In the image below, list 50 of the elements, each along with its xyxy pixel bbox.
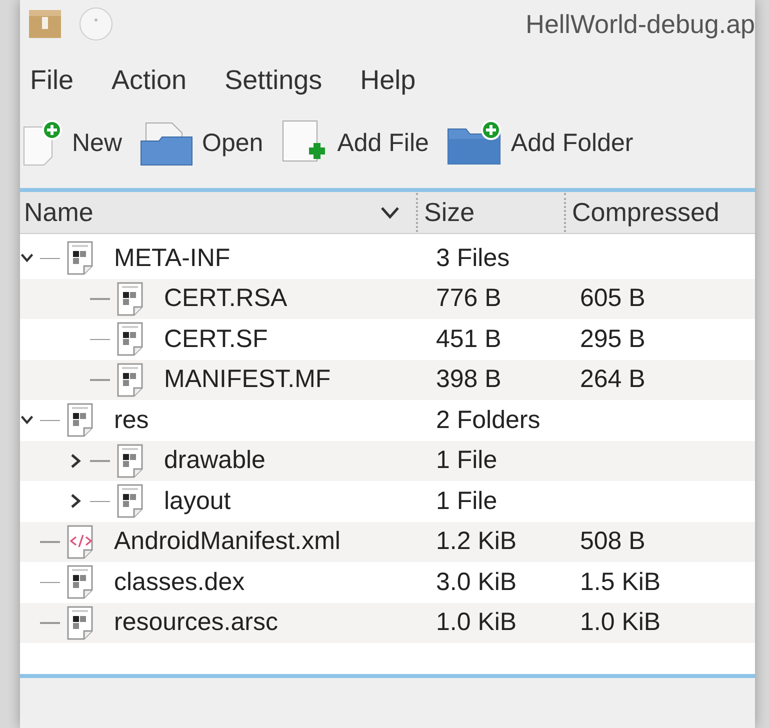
menu-item[interactable]: Action <box>112 60 187 100</box>
compressed-size-cell-text: 1.5 KiB <box>580 566 661 598</box>
sort-chevron-icon[interactable] <box>380 206 400 220</box>
size-cell-text: 1.2 KiB <box>436 526 518 557</box>
binary-file-icon <box>116 322 146 356</box>
size-cell-text: 1 File <box>436 486 498 516</box>
binary-file-icon <box>66 606 96 640</box>
file-name: layout <box>164 486 231 516</box>
binary-file-icon <box>116 484 146 518</box>
binary-file-icon <box>66 241 96 276</box>
menu-item[interactable]: File <box>30 60 74 100</box>
size-cell-text: 776 B <box>436 283 502 314</box>
menu-item[interactable]: Settings <box>224 60 322 100</box>
compressed-size-cell-text: 295 B <box>580 324 646 354</box>
compressed-size-cell-text: 264 B <box>580 364 646 395</box>
binary-file-icon <box>116 282 146 316</box>
file-name: resources.arsc <box>114 607 278 638</box>
window-title: HellWorld-debug.ap <box>526 8 755 40</box>
size-cell-text: 398 B <box>436 364 502 395</box>
size-cell-text: 1 File <box>436 445 498 476</box>
column-header[interactable]: Name <box>20 193 380 232</box>
column-header[interactable]: Size <box>416 193 564 232</box>
file-name: drawable <box>164 445 266 476</box>
binary-file-icon <box>116 444 146 478</box>
binary-file-icon <box>66 403 96 438</box>
toolbar-button[interactable]: New <box>20 119 122 169</box>
file-name: res <box>114 404 149 436</box>
column-header[interactable]: Compressed <box>564 193 720 232</box>
compressed-size-cell-text: 508 B <box>580 526 646 557</box>
toolbar-button[interactable]: Add Folder <box>444 119 634 169</box>
file-name: CERT.RSA <box>164 283 288 314</box>
file-name: AndroidManifest.xml <box>114 526 340 557</box>
binary-file-icon <box>116 362 146 397</box>
toolbar-button[interactable]: Open <box>138 119 264 169</box>
menu-item[interactable]: Help <box>360 60 416 100</box>
size-cell-text: 1.0 KiB <box>436 607 518 638</box>
file-name: MANIFEST.MF <box>164 364 331 395</box>
size-cell-text: 451 B <box>436 324 502 354</box>
file-name: CERT.SF <box>164 324 268 354</box>
file-name: classes.dex <box>114 566 245 598</box>
archive-box-icon <box>28 9 62 39</box>
size-cell-text: 2 Folders <box>436 404 542 436</box>
file-name: META-INF <box>114 242 230 274</box>
size-cell-text: 3 Files <box>436 242 511 274</box>
compressed-size-cell-text: 605 B <box>580 283 646 314</box>
code-file-icon <box>66 524 96 559</box>
size-cell-text: 3.0 KiB <box>436 566 518 598</box>
binary-file-icon <box>66 565 96 600</box>
toolbar-button[interactable]: Add File <box>279 117 429 171</box>
compressed-size-cell-text: 1.0 KiB <box>580 607 661 638</box>
